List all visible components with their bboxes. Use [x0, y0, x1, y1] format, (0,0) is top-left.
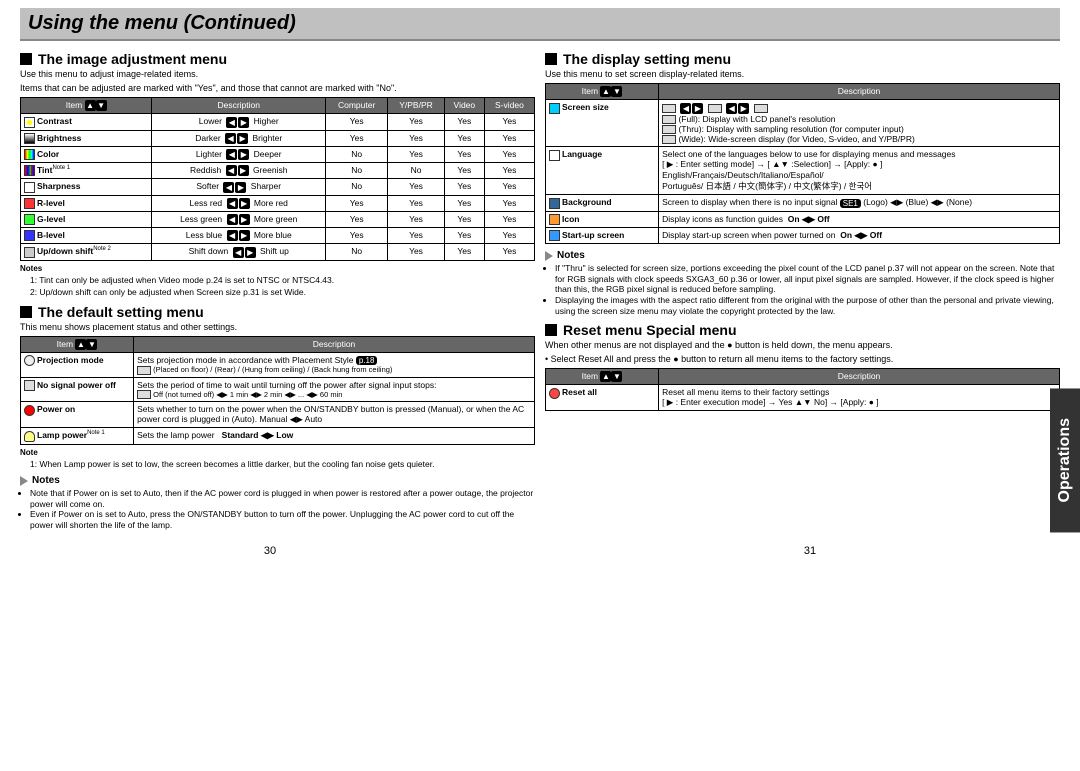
col-item: Item ▲▼ [21, 98, 152, 114]
table-row: TintNote 1 Reddish ◀▶ Greenish NoNoYesYe… [21, 163, 535, 179]
table-row: Screen size ◀▶ ◀▶ (Full): Display with L… [546, 100, 1060, 147]
note-b: 1: When Lamp power is set to low, the sc… [30, 459, 535, 470]
page-title: Using the menu (Continued) [20, 8, 1060, 41]
right-column: The display setting menu Use this menu t… [545, 45, 1060, 531]
table-row: LanguageSelect one of the languages belo… [546, 147, 1060, 195]
sec2-intro: This menu shows placement status and oth… [20, 322, 535, 332]
notes-label-c: Notes [32, 475, 60, 486]
sec1-intro2: Items that can be adjusted are marked wi… [20, 83, 535, 93]
table-row: Power onSets whether to turn on the powe… [21, 402, 535, 428]
t4-col-desc: Description [659, 369, 1060, 385]
left-column: The image adjustment menu Use this menu … [20, 45, 535, 531]
default-setting-table: Item ▲▼ Description Projection modeSets … [20, 336, 535, 445]
reset-hint: [ ▶ : Enter execution mode] → Yes ▲▼ No]… [662, 397, 1056, 408]
sec1-intro1: Use this menu to adjust image-related it… [20, 69, 535, 79]
reset-intro2: • Select Reset All and press the ● butto… [545, 354, 1060, 364]
table-row: BackgroundScreen to display when there i… [546, 195, 1060, 211]
table-row: Up/down shiftNote 2 Shift down ◀▶ Shift … [21, 244, 535, 260]
col-ypbpr: Y/PB/PR [388, 98, 445, 114]
reset-table: Item ▲▼ Description Reset all Reset all … [545, 368, 1060, 411]
note-item: Even if Power on is set to Auto, press t… [30, 509, 535, 530]
display-setting-table: Item ▲▼ Description Screen size ◀▶ ◀▶ (F… [545, 83, 1060, 244]
note-1: 1: Tint can only be adjusted when Video … [30, 275, 535, 286]
image-adjust-table: Item ▲▼ Description Computer Y/PB/PR Vid… [20, 97, 535, 261]
notes-label-1: Notes [20, 264, 535, 273]
table-row: Color Lighter ◀▶ Deeper NoYesYesYes [21, 146, 535, 162]
t2-col-desc: Description [134, 336, 535, 352]
note-item: Displaying the images with the aspect ra… [555, 295, 1060, 316]
reset-intro1: When other menus are not displayed and t… [545, 340, 1060, 350]
note-label-b: Note [20, 448, 535, 457]
table-row: R-level Less red ◀▶ More red YesYesYesYe… [21, 195, 535, 211]
col-svideo: S-video [484, 98, 534, 114]
note-item: If "Thru" is selected for screen size, p… [555, 263, 1060, 295]
note-2: 2: Up/down shift can only be adjusted wh… [30, 287, 535, 298]
table-row: No signal power offSets the period of ti… [21, 377, 535, 402]
table-row: Lamp powerNote 1Sets the lamp power Stan… [21, 428, 535, 444]
reset-all-label: Reset all [562, 387, 597, 397]
t3-col-item: Item ▲▼ [546, 84, 659, 100]
table-row: B-level Less blue ◀▶ More blue YesYesYes… [21, 228, 535, 244]
table-row: IconDisplay icons as function guides On … [546, 211, 1060, 227]
note-item: Note that if Power on is set to Auto, th… [30, 488, 535, 509]
table-row: G-level Less green ◀▶ More green YesYesY… [21, 211, 535, 227]
sec-display-setting: The display setting menu [563, 51, 731, 67]
page-num-right: 31 [804, 545, 816, 557]
col-desc: Description [152, 98, 326, 114]
col-comp: Computer [326, 98, 388, 114]
t2-col-item: Item ▲▼ [21, 336, 134, 352]
table-row: Sharpness Softer ◀▶ Sharper NoYesYesYes [21, 179, 535, 195]
sec-default-setting: The default setting menu [38, 304, 204, 320]
table-row: Projection modeSets projection mode in a… [21, 353, 535, 378]
table-row: Brightness Darker ◀▶ Brighter YesYesYesY… [21, 130, 535, 146]
col-video: Video [444, 98, 484, 114]
notes-r-label: Notes [557, 250, 585, 261]
t4-col-item: Item ▲▼ [546, 369, 659, 385]
table-row: Contrast Lower ◀▶ Higher YesYesYesYes [21, 114, 535, 130]
sec-reset: Reset menu Special menu [563, 322, 737, 338]
table-row: Start-up screenDisplay start-up screen w… [546, 227, 1060, 243]
side-tab-operations: Operations [1050, 388, 1080, 532]
t3-col-desc: Description [659, 84, 1060, 100]
sec-image-adjust: The image adjustment menu [38, 51, 227, 67]
page-num-left: 30 [264, 545, 276, 557]
reset-desc: Reset all menu items to their factory se… [662, 387, 1056, 397]
sec1r-intro: Use this menu to set screen display-rela… [545, 69, 1060, 79]
